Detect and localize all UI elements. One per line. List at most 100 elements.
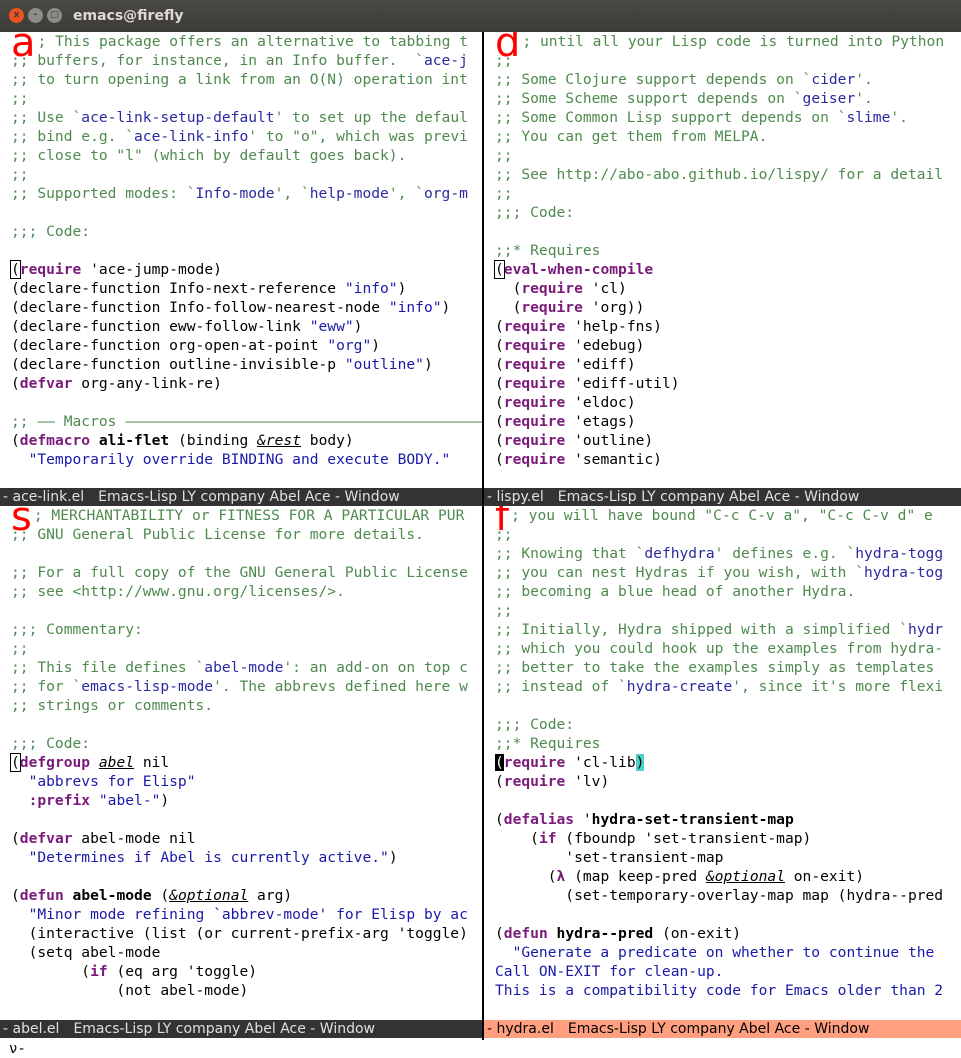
buffer-text[interactable]: f; you will have bound "C-c C-v a", "C-c… bbox=[484, 506, 961, 1020]
code-line[interactable]: a; This package offers an alternative to… bbox=[0, 32, 482, 63]
code-line[interactable]: ;;* Requires bbox=[484, 734, 961, 753]
code-line[interactable]: "Minor mode refining `abbrev-mode' for E… bbox=[0, 905, 482, 924]
code-line[interactable]: ;;* Requires bbox=[484, 241, 961, 260]
code-line[interactable]: ;; bbox=[484, 601, 961, 620]
code-line[interactable] bbox=[0, 393, 482, 412]
code-line[interactable]: ;; Knowing that `defhydra' defines e.g. … bbox=[484, 544, 961, 563]
code-line[interactable]: ;;; Commentary: bbox=[0, 620, 482, 639]
code-line[interactable]: :prefix "abel-") bbox=[0, 791, 482, 810]
code-line[interactable]: (require 'semantic) bbox=[484, 450, 961, 469]
code-line[interactable]: (defgroup abel nil bbox=[0, 753, 482, 772]
code-line[interactable]: (require 'edebug) bbox=[484, 336, 961, 355]
code-line[interactable]: ;; This file defines `abel-mode': an add… bbox=[0, 658, 482, 677]
code-line[interactable]: (require 'lv) bbox=[484, 772, 961, 791]
buffer-text[interactable]: a; This package offers an alternative to… bbox=[0, 32, 482, 488]
code-line[interactable]: This is a compatibility code for Emacs o… bbox=[484, 981, 961, 1000]
minimize-icon[interactable]: - bbox=[28, 8, 43, 23]
code-line[interactable] bbox=[0, 715, 482, 734]
code-line[interactable]: ;; GNU General Public License for more d… bbox=[0, 525, 482, 544]
code-line[interactable]: (setq abel-mode bbox=[0, 943, 482, 962]
code-line[interactable]: d; until all your Lisp code is turned in… bbox=[484, 32, 961, 63]
code-line[interactable]: (require 'help-fns) bbox=[484, 317, 961, 336]
code-line[interactable]: ;; bbox=[484, 184, 961, 203]
code-line[interactable]: ;; bbox=[484, 146, 961, 165]
code-line[interactable]: ;; you can nest Hydras if you wish, with… bbox=[484, 563, 961, 582]
code-line[interactable]: (if (eq arg 'toggle) bbox=[0, 962, 482, 981]
code-line[interactable]: ;; for `emacs-lisp-mode'. The abbrevs de… bbox=[0, 677, 482, 696]
code-line[interactable]: ;; Some Clojure support depends on `cide… bbox=[484, 70, 961, 89]
code-line[interactable]: (defvar abel-mode nil bbox=[0, 829, 482, 848]
code-line[interactable]: ;; bbox=[0, 639, 482, 658]
code-line[interactable]: (require 'ediff) bbox=[484, 355, 961, 374]
code-line[interactable]: (require 'cl-lib) bbox=[484, 753, 961, 772]
code-line[interactable]: (not abel-mode) bbox=[0, 981, 482, 1000]
code-line[interactable] bbox=[0, 544, 482, 563]
code-line[interactable]: ;; See http://abo-abo.github.io/lispy/ f… bbox=[484, 165, 961, 184]
emacs-window-bottom-left[interactable]: s; MERCHANTABILITY or FITNESS FOR A PART… bbox=[0, 506, 482, 1038]
code-line[interactable]: ;; Use `ace-link-setup-default' to set u… bbox=[0, 108, 482, 127]
code-line[interactable]: (eval-when-compile bbox=[484, 260, 961, 279]
code-line[interactable]: (set-temporary-overlay-map map (hydra--p… bbox=[484, 886, 961, 905]
code-line[interactable]: (require 'ace-jump-mode) bbox=[0, 260, 482, 279]
code-line[interactable]: (declare-function Info-follow-nearest-no… bbox=[0, 298, 482, 317]
code-line[interactable] bbox=[484, 905, 961, 924]
code-line[interactable]: ;; which you could hook up the examples … bbox=[484, 639, 961, 658]
code-line[interactable] bbox=[0, 601, 482, 620]
code-line[interactable]: (declare-function org-open-at-point "org… bbox=[0, 336, 482, 355]
code-line[interactable]: ;; buffers, for instance, in an Info buf… bbox=[0, 51, 482, 70]
code-line[interactable]: ;; Initially, Hydra shipped with a simpl… bbox=[484, 620, 961, 639]
code-line[interactable]: (declare-function Info-next-reference "i… bbox=[0, 279, 482, 298]
code-line[interactable]: ;; better to take the examples simply as… bbox=[484, 658, 961, 677]
code-line[interactable]: (declare-function eww-follow-link "eww") bbox=[0, 317, 482, 336]
code-line[interactable]: (defmacro ali-flet (binding &rest body) bbox=[0, 431, 482, 450]
code-line[interactable]: (if (fboundp 'set-transient-map) bbox=[484, 829, 961, 848]
code-line[interactable] bbox=[0, 203, 482, 222]
code-line[interactable]: (declare-function outline-invisible-p "o… bbox=[0, 355, 482, 374]
code-line[interactable]: ;; For a full copy of the GNU General Pu… bbox=[0, 563, 482, 582]
code-line[interactable]: "Temporarily override BINDING and execut… bbox=[0, 450, 482, 469]
mode-line[interactable]: - lispy.el Emacs-Lisp LY company Abel Ace… bbox=[484, 488, 961, 506]
code-line[interactable]: (require 'cl) bbox=[484, 279, 961, 298]
buffer-text[interactable]: s; MERCHANTABILITY or FITNESS FOR A PART… bbox=[0, 506, 482, 1020]
mode-line[interactable]: - abel.el Emacs-Lisp LY company Abel Ace … bbox=[0, 1020, 482, 1038]
code-line[interactable]: ;;; Code: bbox=[484, 203, 961, 222]
maximize-icon[interactable]: □ bbox=[47, 8, 62, 23]
code-line[interactable]: "Generate a predicate on whether to cont… bbox=[484, 943, 961, 962]
code-line[interactable]: ;;; Code: bbox=[0, 734, 482, 753]
code-line[interactable]: "abbrevs for Elisp" bbox=[0, 772, 482, 791]
code-line[interactable]: ;; strings or comments. bbox=[0, 696, 482, 715]
emacs-window-bottom-right[interactable]: f; you will have bound "C-c C-v a", "C-c… bbox=[484, 506, 961, 1038]
code-line[interactable]: ;;; Code: bbox=[0, 222, 482, 241]
code-line[interactable]: ;; Some Scheme support depends on `geise… bbox=[484, 89, 961, 108]
buffer-text[interactable]: d; until all your Lisp code is turned in… bbox=[484, 32, 961, 488]
code-line[interactable]: ;; —— Macros ———————————————————————————… bbox=[0, 412, 482, 431]
code-line[interactable]: (require 'outline) bbox=[484, 431, 961, 450]
emacs-window-top-right[interactable]: d; until all your Lisp code is turned in… bbox=[484, 32, 961, 506]
minibuffer[interactable]: ν- bbox=[0, 1040, 961, 1058]
code-line[interactable]: (defalias 'hydra-set-transient-map bbox=[484, 810, 961, 829]
close-icon[interactable]: x bbox=[9, 8, 24, 23]
code-line[interactable]: ;; Some Common Lisp support depends on `… bbox=[484, 108, 961, 127]
code-line[interactable]: (require 'ediff-util) bbox=[484, 374, 961, 393]
code-line[interactable]: (defvar org-any-link-re) bbox=[0, 374, 482, 393]
code-line[interactable]: ;; Supported modes: `Info-mode', `help-m… bbox=[0, 184, 482, 203]
mode-line-active[interactable]: - hydra.el Emacs-Lisp LY company Abel Ace… bbox=[484, 1020, 961, 1038]
code-line[interactable]: (require 'etags) bbox=[484, 412, 961, 431]
code-line[interactable]: Call ON-EXIT for clean-up. bbox=[484, 962, 961, 981]
code-line[interactable]: ;; bbox=[484, 525, 961, 544]
code-line[interactable] bbox=[0, 810, 482, 829]
code-line[interactable]: ;; bbox=[0, 165, 482, 184]
code-line[interactable]: ;; to turn opening a link from an O(N) o… bbox=[0, 70, 482, 89]
code-line[interactable]: ;; becoming a blue head of another Hydra… bbox=[484, 582, 961, 601]
code-line[interactable]: 'set-transient-map bbox=[484, 848, 961, 867]
code-line[interactable]: s; MERCHANTABILITY or FITNESS FOR A PART… bbox=[0, 506, 482, 537]
code-line[interactable]: ;; bbox=[0, 89, 482, 108]
code-line[interactable] bbox=[484, 791, 961, 810]
code-line[interactable]: ;; close to "l" (which by default goes b… bbox=[0, 146, 482, 165]
code-line[interactable]: "Determines if Abel is currently active.… bbox=[0, 848, 482, 867]
emacs-window-top-left[interactable]: a; This package offers an alternative to… bbox=[0, 32, 482, 506]
code-line[interactable]: ;; You can get them from MELPA. bbox=[484, 127, 961, 146]
code-line[interactable]: (defun abel-mode (&optional arg) bbox=[0, 886, 482, 905]
code-line[interactable]: (require 'org)) bbox=[484, 298, 961, 317]
code-line[interactable] bbox=[484, 696, 961, 715]
